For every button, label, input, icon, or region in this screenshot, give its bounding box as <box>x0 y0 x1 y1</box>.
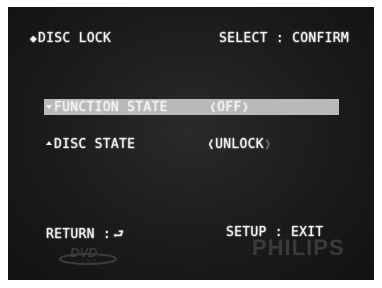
function-state-label[interactable]: FUNCTION STATE <box>46 100 168 115</box>
menu-title: ◆DISC LOCK <box>30 31 111 46</box>
dvd-video-logo: DVD VIDEO <box>59 245 117 265</box>
disc-state-label-text: DISC STATE <box>54 137 136 152</box>
return-label: RETURN : <box>46 227 112 242</box>
disc-state-value-text: UNLOCK <box>215 137 264 152</box>
return-icon: ⮐ <box>113 227 125 241</box>
right-selector-icon: ❭ <box>263 137 273 152</box>
disc-state-label[interactable]: DISC STATE <box>46 137 135 152</box>
dvd-logo-text: DVD <box>70 245 98 260</box>
right-selector-icon: ❭ <box>241 100 250 115</box>
left-selector-icon: ❬ <box>207 137 216 152</box>
dvd-logo-subtext: VIDEO <box>81 259 97 265</box>
function-state-value-text: OFF <box>217 100 242 115</box>
diamond-icon: ◆ <box>30 32 37 45</box>
disc-state-value[interactable]: ❬UNLOCK❭ <box>207 137 272 152</box>
function-state-value[interactable]: ❬OFF❭ <box>209 100 250 115</box>
select-confirm-hint: SELECT : CONFIRM <box>219 31 350 46</box>
tv-screen: DVD VIDEO PHILIPS ◆DISC LOCK SELECT : CO… <box>8 7 374 280</box>
setup-exit-hint: SETUP : EXIT <box>226 225 324 240</box>
return-hint: RETURN : ⮐ <box>46 225 124 246</box>
arrow-down-icon <box>46 105 52 109</box>
function-state-label-text: FUNCTION STATE <box>54 100 168 115</box>
menu-title-text: DISC LOCK <box>37 31 112 46</box>
arrow-up-icon <box>46 141 52 145</box>
left-selector-icon: ❬ <box>209 100 218 115</box>
